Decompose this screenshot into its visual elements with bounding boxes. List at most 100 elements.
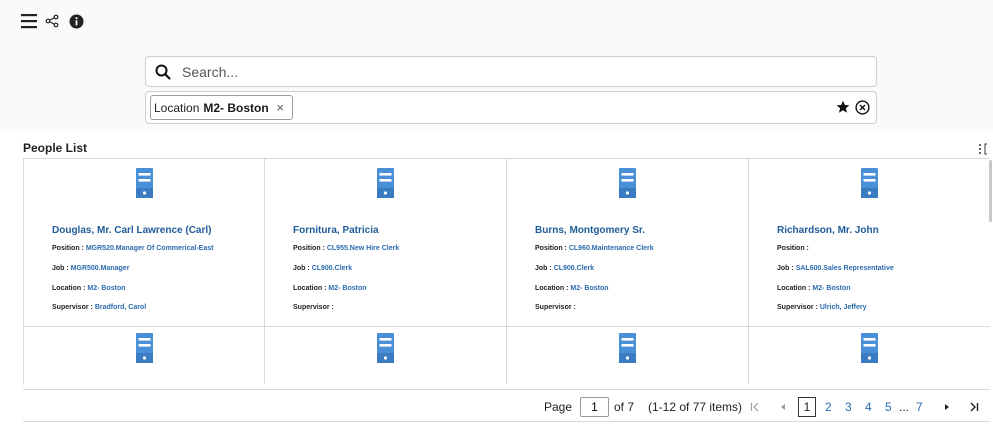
supervisor-label: Supervisor : <box>535 304 576 311</box>
job-label: Job : <box>52 265 69 272</box>
page-7-button[interactable]: 7 <box>916 390 923 423</box>
person-avatar-icon <box>861 168 878 198</box>
chip-label: Location <box>154 100 200 115</box>
search-icon[interactable] <box>154 63 172 81</box>
person-card[interactable]: Burns, Montgomery Sr. Position : CL960.Ma… <box>507 159 749 327</box>
position-value[interactable]: CL955.New Hire Clerk <box>327 245 399 252</box>
star-icon[interactable] <box>836 100 850 114</box>
person-position-row: Position : CL960.Maintenance Clerk <box>535 245 654 252</box>
person-location-row: Location : M2- Boston <box>535 285 609 292</box>
top-toolbar <box>0 0 993 44</box>
more-options-icon[interactable] <box>977 142 991 156</box>
person-supervisor-row: Supervisor : <box>535 304 576 311</box>
job-value[interactable]: MGR500.Manager <box>71 265 130 272</box>
person-card[interactable] <box>265 327 507 384</box>
job-label: Job : <box>293 265 310 272</box>
person-card[interactable]: Richardson, Mr. John Position : Job : SAL… <box>749 159 990 327</box>
location-label: Location : <box>535 285 569 292</box>
pagination-bar: Page of 7 (1-12 of 77 items) 1 2 3 4 5 .… <box>23 389 990 422</box>
person-card[interactable] <box>23 327 265 384</box>
hamburger-icon[interactable] <box>19 11 39 31</box>
last-page-icon[interactable] <box>969 390 979 423</box>
next-page-icon[interactable] <box>943 390 951 423</box>
info-icon[interactable] <box>66 11 86 31</box>
supervisor-label: Supervisor : <box>293 304 334 311</box>
person-card[interactable]: Douglas, Mr. Carl Lawrence (Carl) Positio… <box>23 159 265 327</box>
person-job-row: Job : MGR500.Manager <box>52 265 129 272</box>
page-2-button[interactable]: 2 <box>825 390 832 423</box>
page-ellipsis: ... <box>899 399 910 414</box>
person-name[interactable]: Richardson, Mr. John <box>777 225 879 236</box>
supervisor-value[interactable]: Ulrich, Jeffery <box>820 304 867 311</box>
page-5-button[interactable]: 5 <box>885 390 892 423</box>
person-name[interactable]: Douglas, Mr. Carl Lawrence (Carl) <box>52 225 212 236</box>
search-input[interactable] <box>182 63 862 80</box>
location-value[interactable]: M2- Boston <box>812 285 850 292</box>
person-position-row: Position : CL955.New Hire Clerk <box>293 245 399 252</box>
person-avatar-icon <box>619 168 636 198</box>
person-position-row: Position : <box>777 245 809 252</box>
close-icon[interactable]: × <box>275 100 286 115</box>
people-list-page: Location M2- Boston × People List Dougla… <box>0 0 993 428</box>
location-label: Location : <box>52 285 86 292</box>
person-card[interactable] <box>507 327 749 384</box>
job-value[interactable]: CL900.Clerk <box>554 265 594 272</box>
supervisor-value[interactable]: Bradford, Carol <box>95 304 146 311</box>
location-value[interactable]: M2- Boston <box>570 285 608 292</box>
list-title: People List <box>23 141 88 155</box>
position-label: Position : <box>52 245 84 252</box>
person-location-row: Location : M2- Boston <box>777 285 851 292</box>
person-avatar-icon <box>136 168 153 198</box>
first-page-icon[interactable] <box>750 390 760 423</box>
filter-bar: Location M2- Boston × <box>145 91 877 124</box>
chip-value: M2- Boston <box>203 100 269 115</box>
person-supervisor-row: Supervisor : Ulrich, Jeffery <box>777 304 867 311</box>
person-name[interactable]: Fornitura, Patricia <box>293 225 379 236</box>
page-count-label: of 7 <box>614 399 635 414</box>
grid-scrollbar[interactable] <box>989 160 992 222</box>
item-range-label: (1-12 of 77 items) <box>648 399 743 414</box>
position-label: Position : <box>777 245 809 252</box>
search-bar <box>145 56 877 87</box>
job-value[interactable]: SAL600.Sales Representative <box>796 265 894 272</box>
supervisor-label: Supervisor : <box>52 304 93 311</box>
people-grid: Douglas, Mr. Carl Lawrence (Carl) Positio… <box>23 158 990 384</box>
job-label: Job : <box>777 265 794 272</box>
clear-circle-icon[interactable] <box>855 100 870 115</box>
person-name[interactable]: Burns, Montgomery Sr. <box>535 225 645 236</box>
location-value[interactable]: M2- Boston <box>87 285 125 292</box>
position-label: Position : <box>535 245 567 252</box>
search-panel: Location M2- Boston × <box>0 44 993 132</box>
person-avatar-icon <box>377 333 394 363</box>
position-value[interactable]: MGR520.Manager Of Commerical-East <box>86 245 214 252</box>
person-supervisor-row: Supervisor : Bradford, Carol <box>52 304 146 311</box>
person-avatar-icon <box>136 333 153 363</box>
position-label: Position : <box>293 245 325 252</box>
location-value[interactable]: M2- Boston <box>328 285 366 292</box>
person-location-row: Location : M2- Boston <box>293 285 367 292</box>
person-avatar-icon <box>377 168 394 198</box>
person-job-row: Job : CL900.Clerk <box>535 265 594 272</box>
person-avatar-icon <box>861 333 878 363</box>
job-value[interactable]: CL900.Clerk <box>312 265 352 272</box>
share-icon[interactable] <box>42 11 62 31</box>
location-filter-chip[interactable]: Location M2- Boston × <box>150 95 293 120</box>
prev-page-icon[interactable] <box>779 390 787 423</box>
person-supervisor-row: Supervisor : <box>293 304 334 311</box>
person-job-row: Job : SAL600.Sales Representative <box>777 265 894 272</box>
person-card[interactable] <box>749 327 990 384</box>
person-card[interactable]: Fornitura, Patricia Position : CL955.New … <box>265 159 507 327</box>
person-job-row: Job : CL900.Clerk <box>293 265 352 272</box>
position-value[interactable]: CL960.Maintenance Clerk <box>569 245 654 252</box>
page-1-button[interactable]: 1 <box>798 397 816 417</box>
supervisor-label: Supervisor : <box>777 304 818 311</box>
person-avatar-icon <box>619 333 636 363</box>
person-position-row: Position : MGR520.Manager Of Commerical-… <box>52 245 213 252</box>
job-label: Job : <box>535 265 552 272</box>
page-3-button[interactable]: 3 <box>845 390 852 423</box>
page-number-input[interactable] <box>580 397 609 417</box>
location-label: Location : <box>777 285 811 292</box>
person-location-row: Location : M2- Boston <box>52 285 126 292</box>
page-label: Page <box>544 399 573 414</box>
page-4-button[interactable]: 4 <box>865 390 872 423</box>
